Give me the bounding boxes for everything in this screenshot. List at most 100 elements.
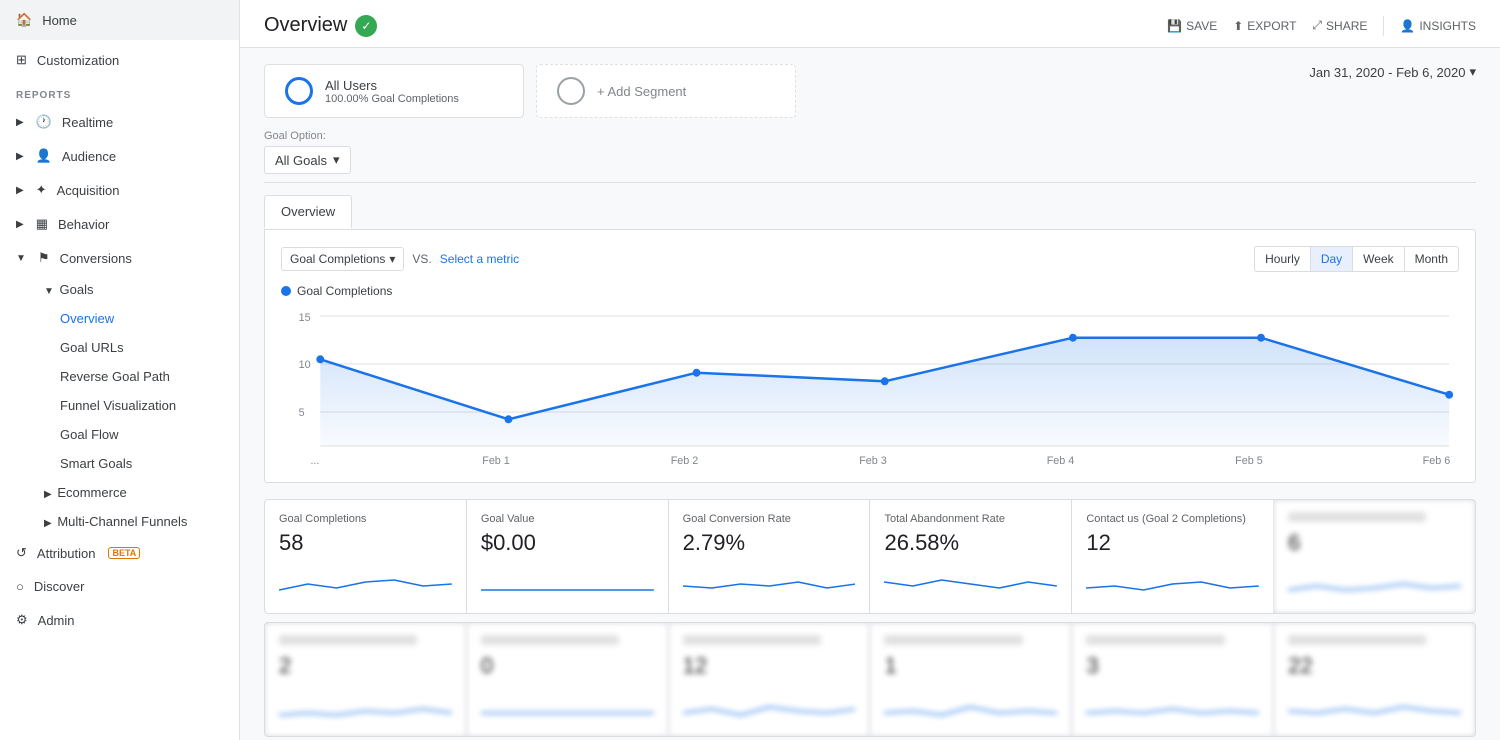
reverse-goal-path-label: Reverse Goal Path: [60, 369, 170, 384]
segment-info: All Users 100.00% Goal Completions: [325, 78, 459, 105]
stat-label-5-blurred: [1288, 512, 1426, 522]
reports-section-label: REPORTS: [0, 80, 239, 105]
main-content: Overview ✓ 💾 SAVE ⬆ EXPORT ⤢ SHARE 👤 INS…: [240, 0, 1500, 740]
clock-icon: 🕐: [36, 114, 52, 130]
mini-chart-r2-1: [481, 685, 654, 721]
share-label: SHARE: [1326, 19, 1367, 33]
sidebar-sub-item-goals[interactable]: ▼ Goals: [0, 275, 239, 304]
goal-option-row: Goal Option: All Goals ▾: [264, 130, 1476, 183]
admin-label: Admin: [38, 613, 75, 628]
stat-value-2: 2.79%: [683, 530, 856, 556]
sidebar-sub-sub-item-goal-urls[interactable]: Goal URLs: [0, 333, 239, 362]
sidebar-sub-sub-item-reverse-goal-path[interactable]: Reverse Goal Path: [0, 362, 239, 391]
stat-card-goal-value[interactable]: Goal Value $0.00: [467, 500, 668, 613]
date-range-picker[interactable]: Jan 31, 2020 - Feb 6, 2020 ▾: [1309, 64, 1476, 80]
sidebar-sub-sub-item-smart-goals[interactable]: Smart Goals: [0, 449, 239, 478]
tab-overview[interactable]: Overview: [264, 195, 352, 229]
stat-value-row2-5: 22: [1288, 653, 1461, 679]
export-icon: ⬆: [1233, 19, 1243, 33]
svg-text:15: 15: [299, 312, 311, 324]
svg-text:Feb 2: Feb 2: [671, 455, 699, 466]
sidebar-sub-sub-item-goal-flow[interactable]: Goal Flow: [0, 420, 239, 449]
sidebar-item-conversions[interactable]: ▼ ⚑ Conversions: [0, 241, 239, 275]
stat-value-4: 12: [1086, 530, 1259, 556]
sidebar-sub-sub-item-funnel-visualization[interactable]: Funnel Visualization: [0, 391, 239, 420]
stat-card-blurred-2[interactable]: 0: [467, 623, 668, 736]
svg-text:10: 10: [299, 359, 311, 371]
sidebar-item-acquisition[interactable]: ▶ ✦ Acquisition: [0, 173, 239, 207]
chevron-down-icon: ▾: [333, 152, 340, 168]
time-btn-week[interactable]: Week: [1353, 246, 1404, 272]
stat-card-contact-us[interactable]: Contact us (Goal 2 Completions) 12: [1072, 500, 1273, 613]
time-btn-day[interactable]: Day: [1311, 246, 1353, 272]
sidebar-customization-label: Customization: [37, 53, 119, 68]
segment-card-all-users[interactable]: All Users 100.00% Goal Completions: [264, 64, 524, 118]
behavior-label: Behavior: [58, 217, 109, 232]
page-title-area: Overview ✓: [264, 14, 377, 37]
segment-circle-icon: [285, 77, 313, 105]
export-button[interactable]: ⬆ EXPORT: [1233, 19, 1296, 33]
time-btn-hourly[interactable]: Hourly: [1254, 246, 1311, 272]
goal-select-dropdown[interactable]: All Goals ▾: [264, 146, 351, 174]
chevron-right-icon: ▶: [16, 219, 24, 230]
line-chart: 15 10 5: [281, 306, 1459, 466]
metric-dropdown[interactable]: Goal Completions ▾: [281, 247, 404, 271]
mini-chart-5: [1288, 562, 1461, 598]
mini-chart-r2-5: [1288, 685, 1461, 721]
overview-label: Overview: [60, 311, 114, 326]
sidebar-item-audience[interactable]: ▶ 👤 Audience: [0, 139, 239, 173]
stats-grid-row1: Goal Completions 58 Goal Value $0.00 Goa…: [264, 499, 1476, 614]
insights-button[interactable]: 👤 INSIGHTS: [1400, 19, 1476, 33]
stat-card-blurred-6[interactable]: 22: [1274, 623, 1475, 736]
page-title: Overview: [264, 14, 347, 37]
chart-area-fill: [320, 338, 1449, 446]
discover-icon: ○: [16, 579, 24, 594]
blurred-label-5: [1086, 635, 1224, 645]
stat-card-conversion-rate[interactable]: Goal Conversion Rate 2.79%: [669, 500, 870, 613]
save-button[interactable]: 💾 SAVE: [1167, 19, 1217, 33]
stat-card-blurred-5[interactable]: 3: [1072, 623, 1273, 736]
stat-card-blurred-4[interactable]: 1: [870, 623, 1071, 736]
sidebar-item-attribution[interactable]: ↺ Attribution BETA: [0, 536, 239, 570]
gear-icon: ⚙: [16, 612, 28, 628]
mini-chart-3: [884, 562, 1057, 598]
stat-card-blurred-0[interactable]: 6: [1274, 500, 1475, 613]
blurred-label-2: [481, 635, 619, 645]
select-metric-link[interactable]: Select a metric: [440, 252, 519, 266]
acquisition-icon: ✦: [36, 182, 47, 198]
export-label: EXPORT: [1247, 19, 1296, 33]
mini-chart-4: [1086, 562, 1259, 598]
customization-icon: ⊞: [16, 52, 27, 68]
stat-card-abandonment-rate[interactable]: Total Abandonment Rate 26.58%: [870, 500, 1071, 613]
chevron-down-icon: ▼: [16, 253, 26, 264]
goal-select-value: All Goals: [275, 153, 327, 168]
sidebar: 🏠 Home ⊞ Customization REPORTS ▶ 🕐 Realt…: [0, 0, 240, 740]
metric-dropdown-value: Goal Completions: [290, 252, 385, 266]
sidebar-item-realtime[interactable]: ▶ 🕐 Realtime: [0, 105, 239, 139]
chart-dot-3: [881, 377, 889, 385]
sidebar-item-customization[interactable]: ⊞ Customization: [0, 40, 239, 80]
sidebar-item-behavior[interactable]: ▶ ▦ Behavior: [0, 207, 239, 241]
stat-card-goal-completions[interactable]: Goal Completions 58: [265, 500, 466, 613]
smart-goals-label: Smart Goals: [60, 456, 132, 471]
vs-label: VS.: [412, 252, 431, 266]
stat-card-blurred-1[interactable]: 2: [265, 623, 466, 736]
add-segment-button[interactable]: + Add Segment: [536, 64, 796, 118]
sidebar-sub-item-multichannel[interactable]: ▶ Multi-Channel Funnels: [0, 507, 239, 536]
chart-dot-5: [1257, 334, 1265, 342]
insights-label: INSIGHTS: [1419, 19, 1476, 33]
svg-text:...: ...: [310, 455, 319, 466]
share-button[interactable]: ⤢ SHARE: [1312, 18, 1367, 33]
stat-card-blurred-3[interactable]: 12: [669, 623, 870, 736]
stat-value-row2-2: 12: [683, 653, 856, 679]
sidebar-sub-sub-item-overview[interactable]: Overview: [0, 304, 239, 333]
sidebar-item-discover[interactable]: ○ Discover: [0, 570, 239, 603]
time-btn-month[interactable]: Month: [1405, 246, 1459, 272]
stat-label-1: Goal Value: [481, 512, 654, 526]
mini-chart-r2-0: [279, 685, 452, 721]
topbar-actions: 💾 SAVE ⬆ EXPORT ⤢ SHARE 👤 INSIGHTS: [1167, 16, 1476, 36]
sidebar-sub-item-ecommerce[interactable]: ▶ Ecommerce: [0, 478, 239, 507]
sidebar-item-home[interactable]: 🏠 Home: [0, 0, 239, 40]
sidebar-item-admin[interactable]: ⚙ Admin: [0, 603, 239, 637]
blurred-label-4: [884, 635, 1022, 645]
